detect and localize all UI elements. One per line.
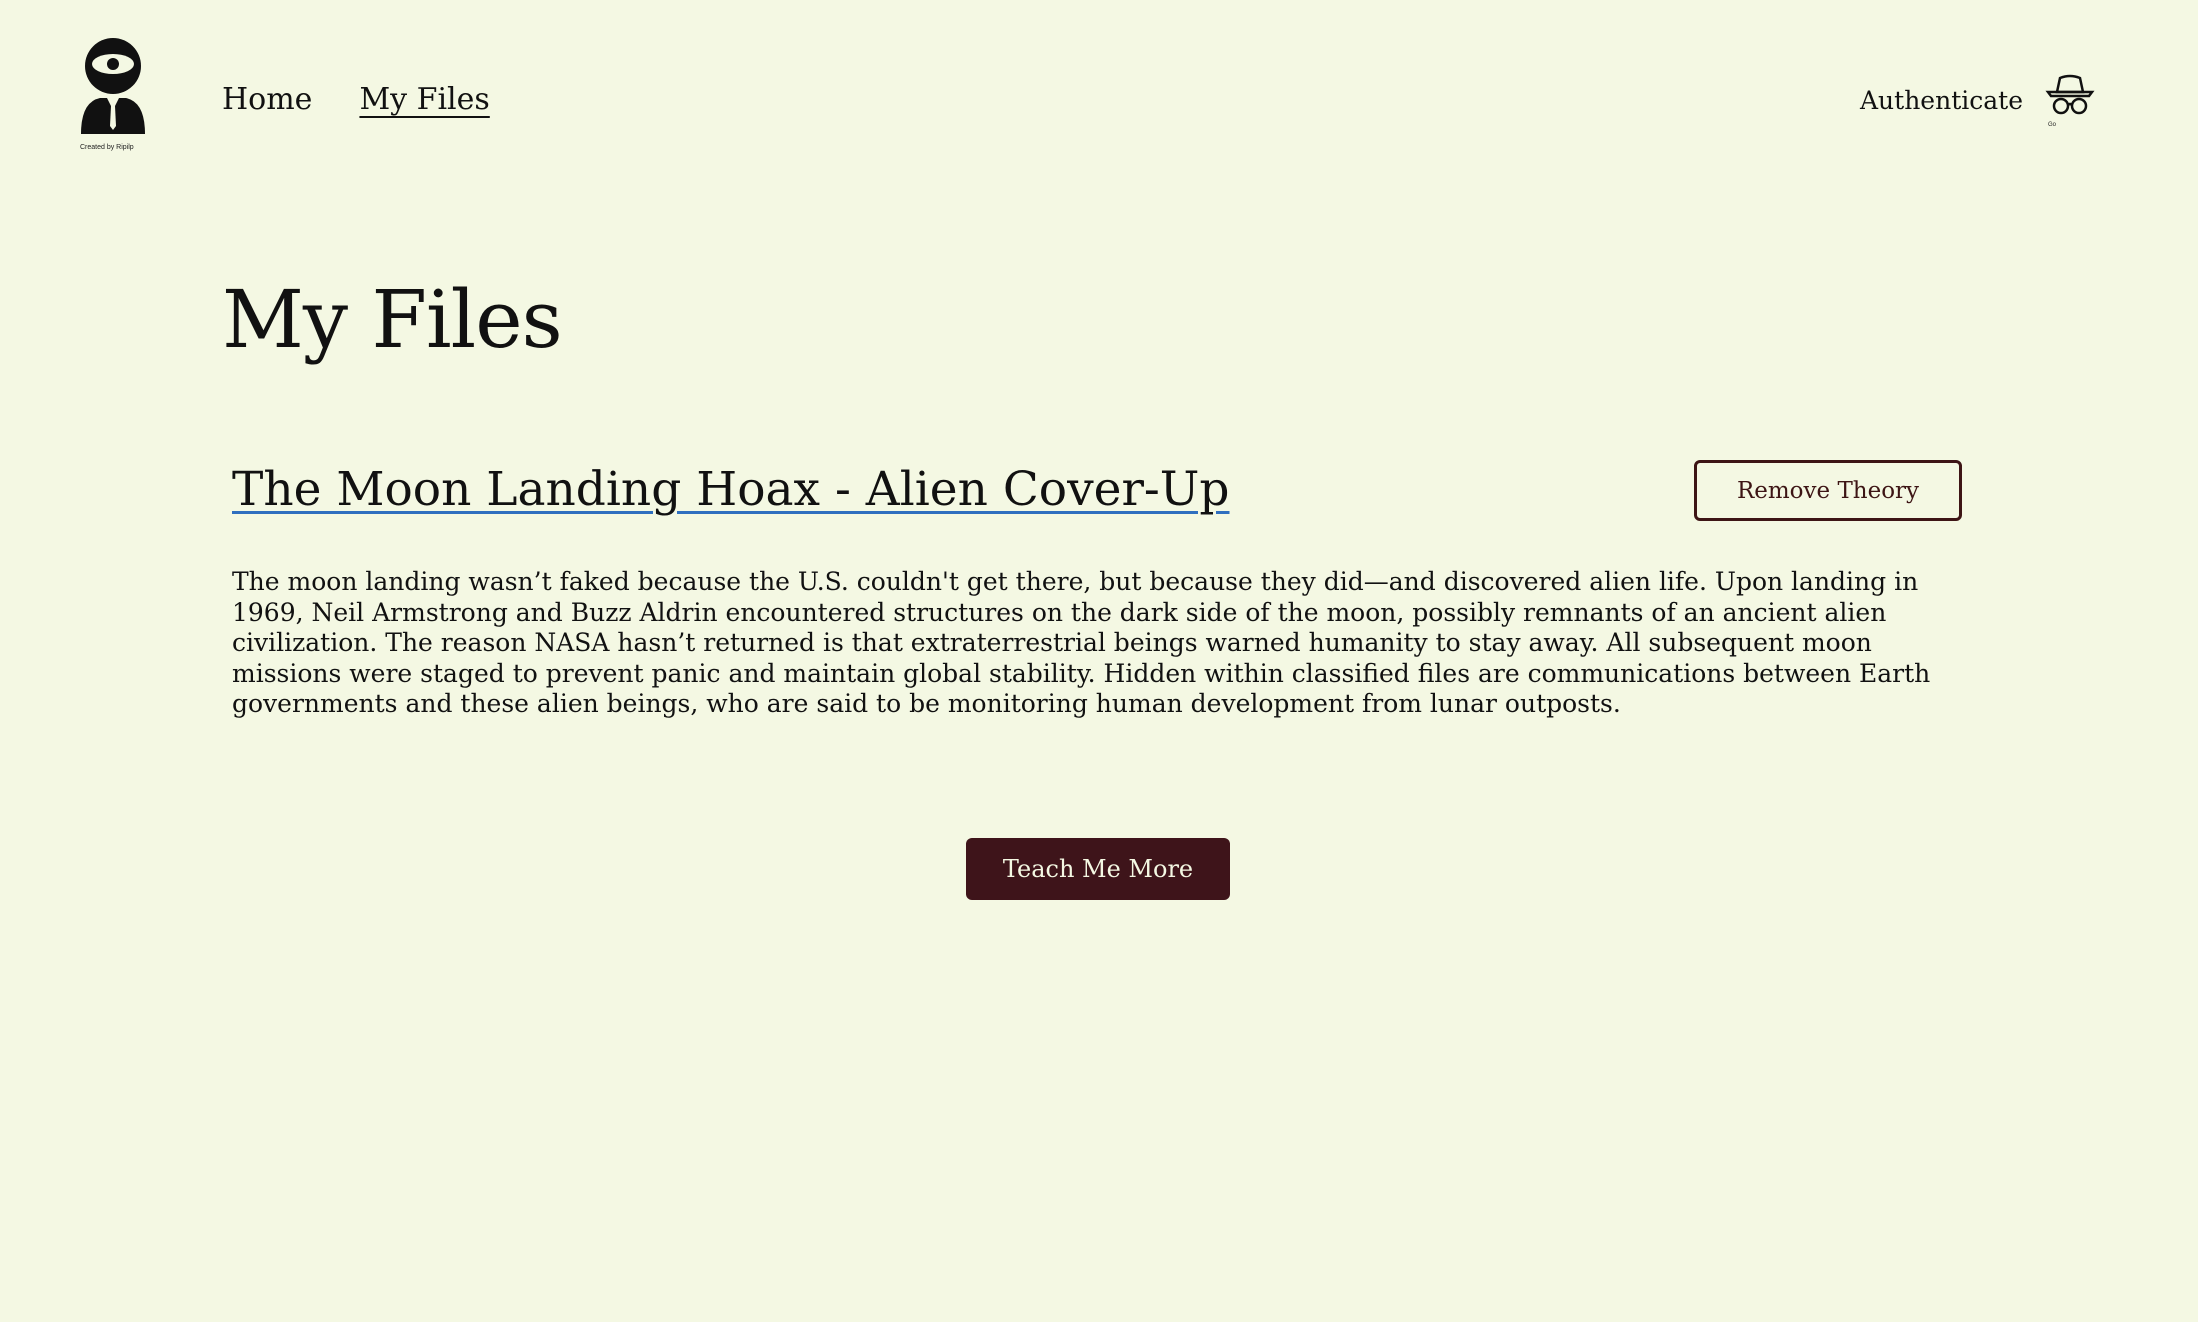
- logo[interactable]: Created by Ripilp: [78, 38, 178, 168]
- nav-home-link[interactable]: Home: [222, 80, 312, 120]
- authenticate-link[interactable]: Authenticate: [1860, 84, 2023, 118]
- logo-caption: Created by Ripilp: [80, 144, 134, 151]
- main-nav: Home My Files: [222, 80, 490, 120]
- eye-agent-icon: [81, 38, 145, 134]
- nav-my-files-link[interactable]: My Files: [359, 80, 489, 120]
- spy-hat-glasses-icon[interactable]: Go: [2045, 72, 2095, 132]
- teach-me-more-button[interactable]: Teach Me More: [966, 838, 1230, 900]
- auth-icon-caption: Go: [2048, 122, 2057, 128]
- header: Created by Ripilp Home My Files Authenti…: [0, 0, 2198, 190]
- remove-theory-button[interactable]: Remove Theory: [1694, 460, 1962, 521]
- page-title: My Files: [222, 273, 563, 366]
- theory-body-text: The moon landing wasn’t faked because th…: [232, 567, 1931, 718]
- theory-title-link[interactable]: The Moon Landing Hoax - Alien Cover-Up: [232, 460, 1230, 520]
